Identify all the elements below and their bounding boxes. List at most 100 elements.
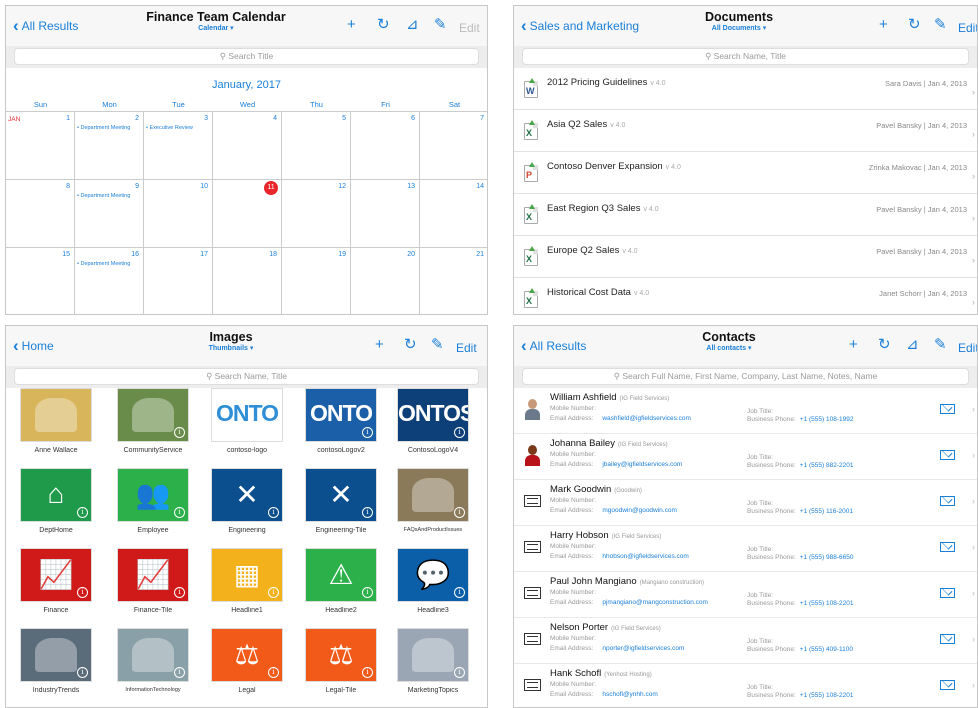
mail-icon[interactable] [940,634,955,644]
calendar-day-cell[interactable]: 21 [420,248,487,314]
info-icon[interactable]: i [174,667,185,678]
chart-icon[interactable]: ⊿ [406,17,419,33]
back-button[interactable]: ‹ All Results [521,337,586,354]
info-icon[interactable]: i [77,667,88,678]
contact-row[interactable]: Paul John Mangiano (Mangiano construction… [514,572,977,618]
wrench-icon[interactable]: ✎ [434,17,447,33]
image-tile[interactable]: ⚠ i Headline2 [305,548,377,614]
info-icon[interactable]: i [268,587,279,598]
image-tile[interactable]: 💬 i Headline3 [397,548,469,614]
calendar-day-cell[interactable]: 2 • Department Meeting [75,112,144,180]
refresh-icon[interactable]: ↻ [878,337,891,353]
calendar-day-cell[interactable]: 12 [282,180,351,248]
chart-icon[interactable]: ⊿ [906,337,919,353]
back-button[interactable]: ‹ Sales and Marketing [521,17,639,34]
info-icon[interactable]: i [454,587,465,598]
calendar-event[interactable]: • Department Meeting [77,125,130,131]
mail-icon[interactable] [940,450,955,460]
contact-row[interactable]: Mark Goodwin (Goodwin) Mobile Number: Email… [514,480,977,526]
view-selector[interactable]: All contacts ▾ [674,344,784,352]
view-selector[interactable]: Calendar ▾ [136,24,296,32]
info-icon[interactable]: i [268,507,279,518]
info-icon[interactable]: i [362,507,373,518]
add-icon[interactable]: + [375,337,384,353]
calendar-day-cell[interactable]: 8 [6,180,75,248]
wrench-icon[interactable]: ✎ [431,337,444,353]
search-input[interactable]: ⚲ Search Name, Title [522,48,969,65]
info-icon[interactable]: i [454,507,465,518]
info-icon[interactable]: i [77,587,88,598]
image-tile[interactable]: i MarketingTopics [397,628,469,694]
wrench-icon[interactable]: ✎ [934,337,947,353]
document-row[interactable]: X Europe Q2 Sales v 4.0 Pavel Bansky | Jan … [514,236,977,278]
add-icon[interactable]: + [347,17,356,33]
business-phone-link[interactable]: +1 (555) 108-2201 [800,692,854,699]
image-tile[interactable]: i InformationTechnology [117,628,189,693]
mail-icon[interactable] [940,496,955,506]
calendar-day-cell[interactable]: 6 [351,112,420,180]
calendar-day-cell[interactable]: 19 [282,248,351,314]
back-button[interactable]: ‹ All Results [13,17,78,34]
search-input[interactable]: ⚲ Search Full Name, First Name, Company,… [522,368,969,385]
image-tile[interactable]: i CommunityService [117,388,189,454]
calendar-day-cell[interactable]: 3 • Executive Review [144,112,213,180]
info-icon[interactable]: i [454,427,465,438]
calendar-day-cell[interactable]: 20 [351,248,420,314]
document-row[interactable]: W 2012 Pricing Guidelines v 4.0 Sara Davis … [514,68,977,110]
add-icon[interactable]: + [849,337,858,353]
contact-row[interactable]: William Ashfield (IG Field Services) Mobil… [514,388,977,434]
add-icon[interactable]: + [879,17,888,33]
email-link[interactable]: pjmangiano@mangconstruction.com [602,599,708,606]
info-icon[interactable]: i [174,507,185,518]
search-input[interactable]: ⚲ Search Title [14,48,479,65]
calendar-day-cell[interactable]: 9 • Department Meeting [75,180,144,248]
mail-icon[interactable] [940,588,955,598]
contact-row[interactable]: Harry Hobson (IG Field Services) Mobile Nu… [514,526,977,572]
info-icon[interactable]: i [174,587,185,598]
edit-button[interactable]: Edit [958,20,977,36]
calendar-day-cell[interactable]: 5 [282,112,351,180]
email-link[interactable]: hschofl@ynhh.com [602,691,657,698]
business-phone-link[interactable]: +1 (555) 116-2001 [800,508,853,515]
calendar-day-cell[interactable]: 18 [213,248,282,314]
image-tile[interactable]: ▦ i Headline1 [211,548,283,614]
email-link[interactable]: hhobson@igfieldservices.com [602,553,688,560]
calendar-event[interactable]: • Executive Review [146,125,193,131]
image-tile[interactable]: i IndustryTrends [20,628,92,694]
image-tile[interactable]: 📈 i Finance-Tile [117,548,189,614]
mail-icon[interactable] [940,542,955,552]
document-row[interactable]: X Historical Cost Data v 4.0 Janet Schorr |… [514,278,977,314]
mail-icon[interactable] [940,404,955,414]
email-link[interactable]: nporter@igfieldservices.com [602,645,684,652]
info-icon[interactable]: i [362,427,373,438]
calendar-day-cell[interactable]: 7 [420,112,487,180]
image-tile[interactable]: ✕ i Engineering [211,468,283,534]
edit-button[interactable]: Edit [958,340,977,356]
calendar-event[interactable]: • Department Meeting [77,193,130,199]
info-icon[interactable]: i [77,507,88,518]
image-tile[interactable]: ONTO i contoso-logo [211,388,283,454]
business-phone-link[interactable]: +1 (555) 108-1992 [800,416,854,423]
calendar-day-cell[interactable]: 4 [213,112,282,180]
refresh-icon[interactable]: ↻ [404,337,417,353]
image-tile[interactable]: 👥 i Employee [117,468,189,534]
business-phone-link[interactable]: +1 (555) 988-6650 [800,554,854,561]
search-input[interactable]: ⚲ Search Name, Title [14,368,479,385]
info-icon[interactable]: i [362,667,373,678]
calendar-day-cell[interactable]: 15 [6,248,75,314]
info-icon[interactable]: i [268,667,279,678]
contact-row[interactable]: Hank Schofl (Yenhost Hosting) Mobile Numbe… [514,664,977,707]
edit-button[interactable]: Edit [459,20,480,36]
image-tile[interactable]: Anne Wallace [20,388,92,454]
calendar-day-cell[interactable]: 14 [420,180,487,248]
mail-icon[interactable] [940,680,955,690]
calendar-day-cell[interactable]: 17 [144,248,213,314]
refresh-icon[interactable]: ↻ [377,17,390,33]
email-link[interactable]: washfield@igfieldservices.com [602,415,691,422]
calendar-day-cell[interactable]: 1 JAN [6,112,75,180]
calendar-day-cell[interactable]: 11 [213,180,282,248]
edit-button[interactable]: Edit [456,340,477,356]
view-selector[interactable]: All Documents ▾ [684,24,794,32]
wrench-icon[interactable]: ✎ [934,17,947,33]
document-row[interactable]: X East Region Q3 Sales v 4.0 Pavel Bansky |… [514,194,977,236]
